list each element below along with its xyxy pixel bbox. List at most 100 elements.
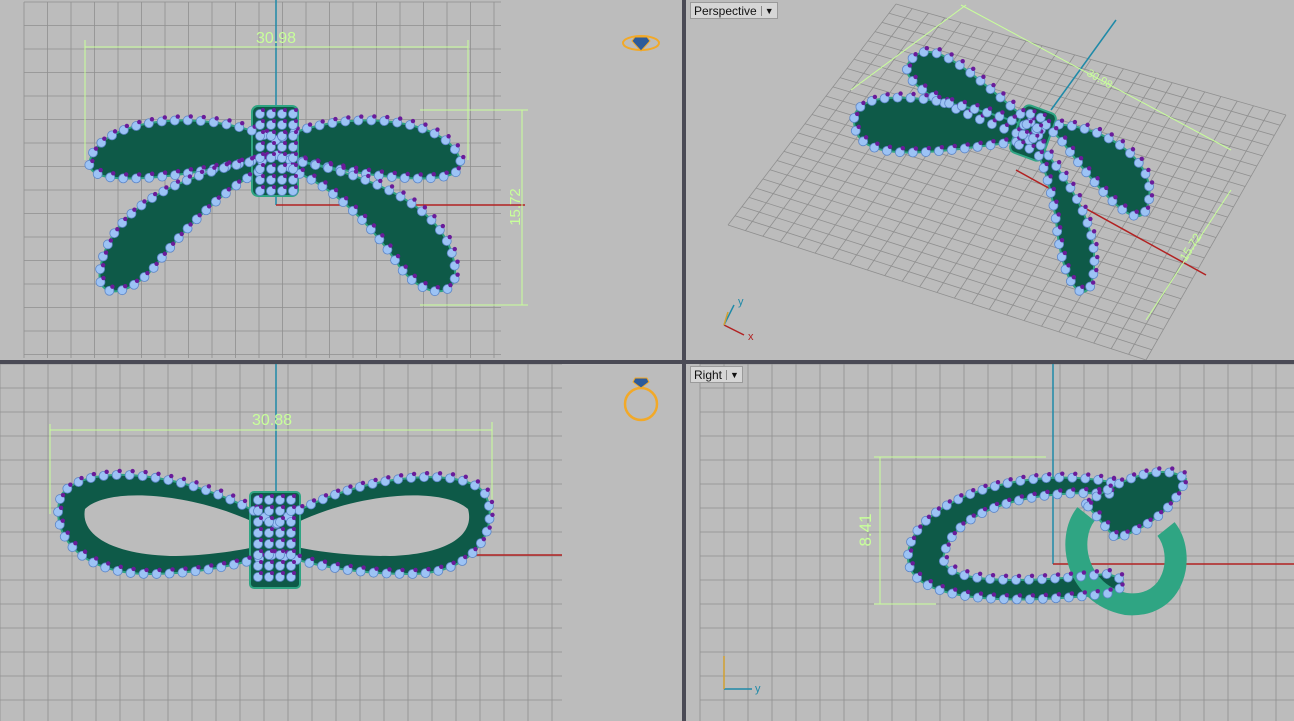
prong: [197, 213, 202, 218]
prong: [142, 199, 147, 204]
prong: [117, 468, 122, 474]
prong: [300, 503, 305, 509]
prong: [1104, 185, 1109, 191]
prong: [94, 556, 99, 561]
prong: [400, 567, 405, 573]
prong: [451, 560, 456, 566]
viewport-right[interactable]: 8.41 y Right ▼: [686, 364, 1294, 721]
prong: [424, 471, 430, 476]
prong: [1056, 592, 1062, 597]
ring-icon[interactable]: [623, 377, 659, 422]
prong: [79, 475, 84, 481]
prong: [237, 158, 242, 164]
prong: [157, 567, 162, 573]
prong: [411, 471, 417, 477]
prong: [913, 52, 918, 57]
prong: [58, 505, 64, 511]
prong: [102, 136, 107, 141]
prong: [1078, 155, 1084, 161]
prong: [134, 278, 140, 283]
prong: [1059, 238, 1065, 243]
prong: [463, 554, 468, 560]
prong: [455, 272, 460, 277]
prong: [933, 90, 939, 95]
prong: [224, 161, 230, 167]
prong: [1084, 486, 1089, 492]
prong: [1070, 145, 1076, 151]
prong: [1091, 229, 1097, 234]
persp-dim-width-label: 30.98: [1085, 67, 1115, 91]
ring-icon[interactable]: [622, 35, 660, 52]
prong: [928, 578, 933, 584]
prong: [949, 52, 954, 57]
prong: [907, 63, 913, 68]
prong: [1094, 267, 1099, 273]
right-dim-height-label: 8.41: [856, 513, 875, 546]
prong: [412, 273, 418, 279]
prong: [444, 170, 449, 175]
chevron-down-icon[interactable]: ▼: [726, 369, 739, 380]
prong: [196, 565, 201, 570]
prong: [110, 284, 115, 289]
prong: [1047, 471, 1052, 477]
viewport-perspective[interactable]: 30.98 15.72 x y Perspective ▼: [686, 0, 1294, 360]
prong: [144, 567, 149, 573]
prong: [104, 469, 109, 475]
prong: [991, 138, 996, 144]
prong: [1073, 471, 1078, 476]
prong: [373, 477, 378, 483]
prong: [201, 114, 206, 120]
prong: [885, 92, 890, 97]
prong: [374, 566, 379, 571]
viewport-label-right[interactable]: Right ▼: [690, 366, 743, 383]
prong: [1149, 180, 1155, 185]
prong: [448, 282, 453, 288]
prong: [333, 116, 338, 122]
prong: [1157, 466, 1162, 471]
prong: [1021, 474, 1026, 480]
prong: [983, 483, 988, 489]
prong: [156, 471, 161, 476]
prong: [437, 471, 443, 476]
prong: [348, 484, 353, 489]
prong: [1159, 509, 1164, 515]
prong: [1120, 582, 1125, 587]
prong: [403, 264, 408, 269]
prong: [1085, 122, 1090, 128]
prong: [1114, 529, 1119, 535]
prong: [1137, 523, 1142, 529]
prong: [1145, 205, 1151, 210]
right-view-canvas[interactable]: 8.41 y: [686, 364, 1294, 721]
prong: [1081, 570, 1087, 575]
prong: [398, 116, 403, 121]
prong: [131, 566, 136, 572]
viewport-front[interactable]: 30.88: [0, 364, 682, 721]
prong: [1062, 250, 1068, 256]
prong: [982, 506, 988, 512]
prong: [455, 259, 460, 264]
viewport-top[interactable]: 30.98 15.72: [0, 0, 682, 360]
chevron-down-icon[interactable]: ▼: [760, 5, 774, 16]
prong: [1149, 193, 1155, 198]
prong: [362, 213, 368, 219]
prong: [1029, 573, 1035, 578]
prong: [1016, 573, 1022, 579]
prong: [1125, 529, 1130, 534]
prong: [187, 174, 193, 179]
prong: [446, 134, 451, 139]
prong: [971, 66, 976, 72]
viewport-label-perspective[interactable]: Perspective ▼: [690, 2, 778, 19]
prong: [1012, 114, 1017, 119]
prong: [1139, 156, 1144, 162]
prong: [82, 549, 88, 554]
viewport-title: Right: [694, 367, 723, 382]
prong: [247, 555, 252, 560]
prong: [1097, 510, 1102, 515]
front-view-canvas[interactable]: 30.88: [0, 364, 682, 721]
perspective-canvas[interactable]: 30.98 15.72 x y: [686, 0, 1294, 360]
top-view-canvas[interactable]: 30.98 15.72: [0, 0, 682, 360]
prong: [1058, 488, 1063, 493]
prong: [1108, 587, 1113, 592]
prong: [975, 102, 980, 108]
prong: [1109, 132, 1114, 137]
